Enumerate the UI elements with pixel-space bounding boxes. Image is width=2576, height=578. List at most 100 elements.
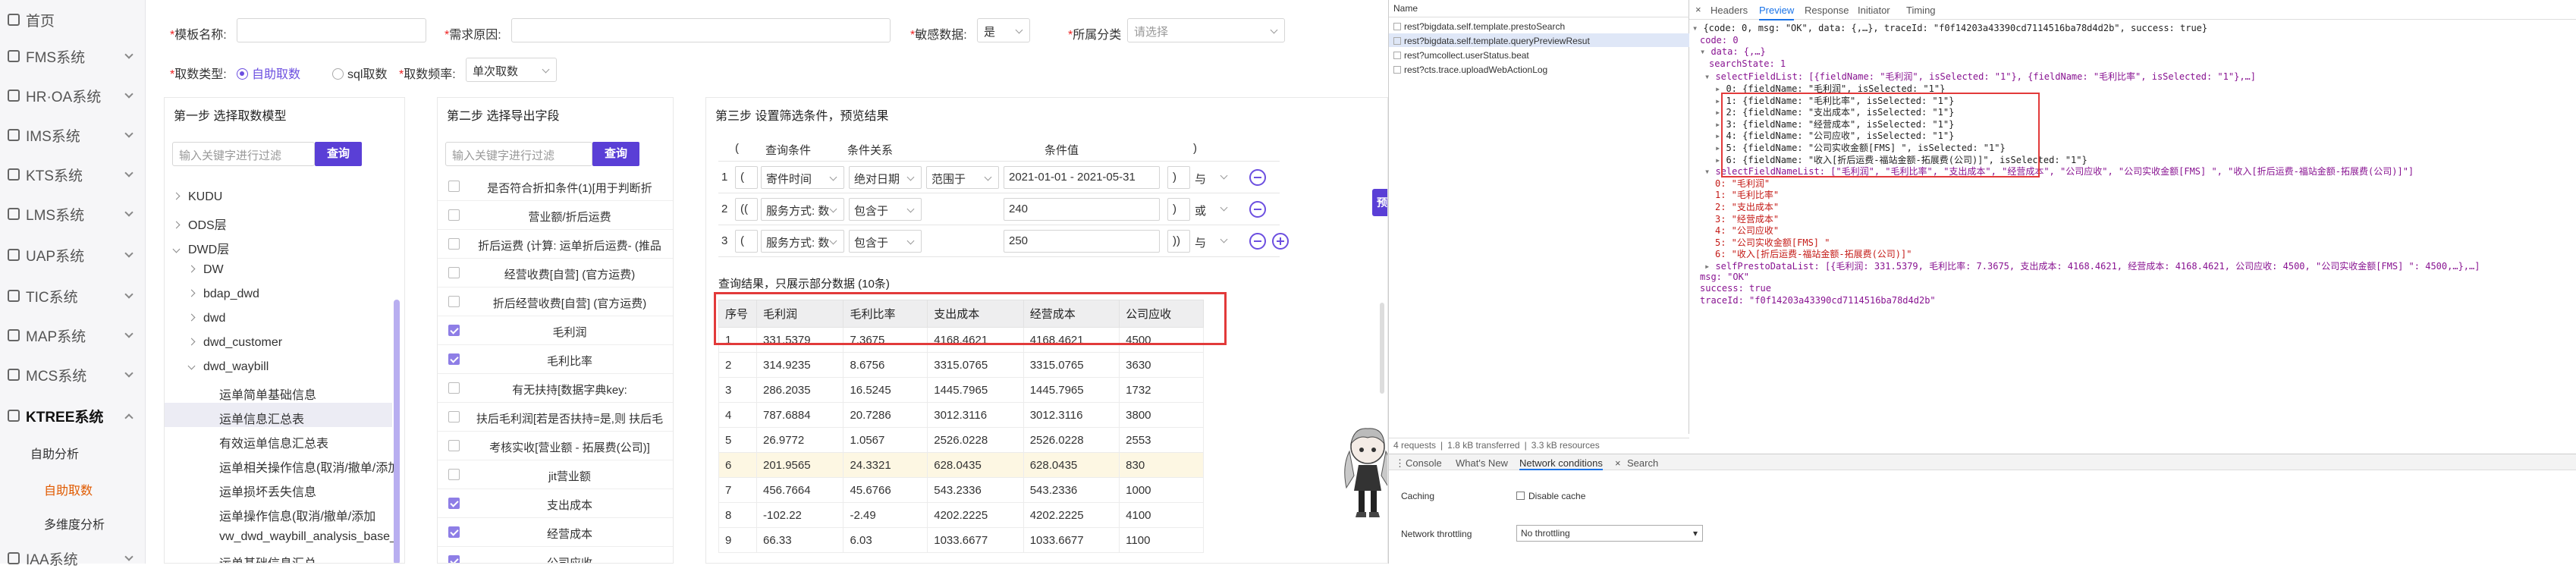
more-icon[interactable]: ⋮ [1395,457,1405,470]
relation-select[interactable]: 绝对日期 [849,166,922,189]
nav-ims[interactable]: IMS系统 [0,115,146,155]
request-row[interactable]: rest?cts.trace.uploadWebActionLog [1393,64,1547,75]
nav-ktree[interactable]: KTREE系统 [0,396,146,435]
add-condition-icon[interactable] [1272,233,1289,250]
expand-caret-icon[interactable]: ▸ [1704,261,1715,272]
field-row[interactable]: 考核实收[营业额 - 拓展费(公司)] [438,432,673,460]
checkbox-icon[interactable] [448,267,460,278]
open-paren-select[interactable]: (( [735,198,758,221]
tree-leaf[interactable]: 运单基础信息汇总 [219,553,316,563]
nav-tic[interactable]: TIC系统 [0,276,146,316]
field-row[interactable]: 毛利比率 [438,345,673,374]
throttling-select[interactable]: No throttling ▾ [1516,525,1703,542]
field-row[interactable]: 是否符合折扣条件(1)[用于判断折 [438,172,673,201]
field-row[interactable]: 扶后毛利润[若是否扶持=是,则 扶后毛 [438,403,673,432]
tree-leaf[interactable]: vw_dwd_waybill_analysis_base_t [219,530,394,544]
tab-console[interactable]: Console [1406,457,1442,469]
step1-search-button[interactable]: 查询 [315,142,362,166]
remove-condition-icon[interactable] [1249,169,1266,186]
relation-select[interactable]: 包含于 [849,230,922,253]
nav-map[interactable]: MAP系统 [0,316,146,355]
operator-select[interactable]: 范围于 [926,166,999,189]
tree-node-kudu[interactable]: KUDU [172,190,222,204]
tree-node-bdap-dwd[interactable]: bdap_dwd [187,287,259,301]
nav-self-analysis[interactable]: 自助分析 [30,444,79,462]
close-paren-select[interactable]: ) [1167,198,1190,221]
tab-response[interactable]: Response [1805,5,1849,16]
request-row[interactable]: rest?umcollect.userStatus.beat [1393,50,1529,61]
tree-node-dw[interactable]: DW [187,263,224,277]
open-paren-select[interactable]: ( [735,166,758,189]
tree-node-dwd[interactable]: dwd [187,312,225,325]
logic-select[interactable]: 与 [1195,234,1228,250]
checkbox-icon[interactable] [448,440,460,451]
expand-caret-icon[interactable]: ▾ [1704,71,1715,82]
checkbox-checked-icon[interactable] [448,353,460,365]
tree-node-ods[interactable]: ODS层 [172,215,227,233]
tree-node-dwd-layer[interactable]: DWD层 [172,239,229,257]
demand-reason-input[interactable] [511,18,891,42]
close-icon[interactable]: × [1615,457,1621,469]
step1-search-input[interactable]: 输入关键字进行过滤 [172,142,315,166]
checkbox-checked-icon[interactable] [448,526,460,538]
nav-multi-dim[interactable]: 多维度分析 [44,514,105,532]
tree-leaf[interactable]: 运单操作信息(取消/撤单/添加 [219,506,375,524]
tree-leaf[interactable]: 运单相关操作信息(取消/撤单/添加 [219,457,400,476]
field-row[interactable]: 经营收费[自营] (官方运费) [438,259,673,287]
json-line[interactable]: ▾ {code: 0, msg: "OK", data: {,…}, trace… [1692,23,2207,33]
open-paren-select[interactable]: ( [735,230,758,253]
request-row[interactable]: rest?bigdata.self.template.prestoSearch [1393,21,1565,32]
nav-home[interactable]: 首页 [0,0,146,39]
json-line[interactable]: ▸ selfPrestoDataList: [{毛利润: 331.5379, 毛… [1704,259,2480,272]
tree-node-dwd-waybill[interactable]: dwd_waybill [187,360,269,374]
json-line[interactable]: ▾ selectFieldList: [{fieldName: "毛利润", i… [1704,70,2256,83]
nav-uap[interactable]: UAP系统 [0,235,146,275]
nav-fms[interactable]: FMS系统 [0,36,146,76]
remove-condition-icon[interactable] [1249,201,1266,218]
scrollbar[interactable] [1380,303,1384,394]
value-input[interactable]: 240 [1004,198,1160,221]
close-paren-select[interactable]: ) [1167,166,1190,189]
nav-hroa[interactable]: HR·OA系统 [0,76,146,115]
template-name-input[interactable] [237,18,426,42]
tab-network-conditions[interactable]: Network conditions [1519,457,1603,470]
checkbox-icon[interactable] [448,382,460,394]
scrollbar[interactable] [394,300,400,563]
field-select[interactable]: 服务方式: 数 [761,230,844,253]
checkbox-checked-icon[interactable] [448,325,460,336]
radio-self-fetch[interactable]: 自助取数 [237,64,300,82]
nav-kts[interactable]: KTS系统 [0,155,146,194]
logic-select[interactable]: 或 [1195,203,1228,218]
field-row[interactable]: 营业额/折后运费 [438,201,673,230]
value-input[interactable]: 2021-01-01 - 2021-05-31 [1004,166,1160,189]
preview-button[interactable]: 预览 [1372,189,1387,216]
fetch-frequency-select[interactable]: 单次取数 [466,58,557,82]
remove-condition-icon[interactable] [1249,233,1266,250]
field-row[interactable]: jit营业额 [438,460,673,489]
value-input[interactable]: 250 [1004,230,1160,253]
radio-sql-fetch[interactable]: sql取数 [332,64,387,82]
relation-select[interactable]: 包含于 [849,198,922,221]
expand-caret-icon[interactable]: ▾ [1704,166,1715,177]
tab-headers[interactable]: Headers [1711,5,1748,16]
checkbox-checked-icon[interactable] [448,498,460,509]
nav-self-fetch[interactable]: 自助取数 [44,480,93,498]
request-row-selected[interactable]: rest?bigdata.self.template.queryPreviewR… [1393,36,1590,46]
checkbox-icon[interactable] [448,411,460,423]
field-select[interactable]: 服务方式: 数 [761,198,844,221]
tab-search[interactable]: Search [1627,457,1658,469]
checkbox-checked-icon[interactable] [448,555,460,563]
step2-search-button[interactable]: 查询 [592,142,639,166]
checkbox-icon[interactable] [448,209,460,221]
expand-caret-icon[interactable]: ▾ [1692,23,1703,33]
tree-node-dwd-customer[interactable]: dwd_customer [187,336,282,350]
checkbox-icon[interactable] [448,469,460,480]
field-select[interactable]: 寄件时间 [761,166,844,189]
field-row[interactable]: 经营成本 [438,518,673,547]
checkbox-icon[interactable] [448,296,460,307]
field-row[interactable]: 毛利润 [438,316,673,345]
tab-preview[interactable]: Preview [1759,5,1795,20]
step2-search-input[interactable]: 输入关键字进行过滤 [445,142,592,166]
close-icon[interactable]: × [1695,4,1701,15]
checkbox-icon[interactable] [448,181,460,192]
